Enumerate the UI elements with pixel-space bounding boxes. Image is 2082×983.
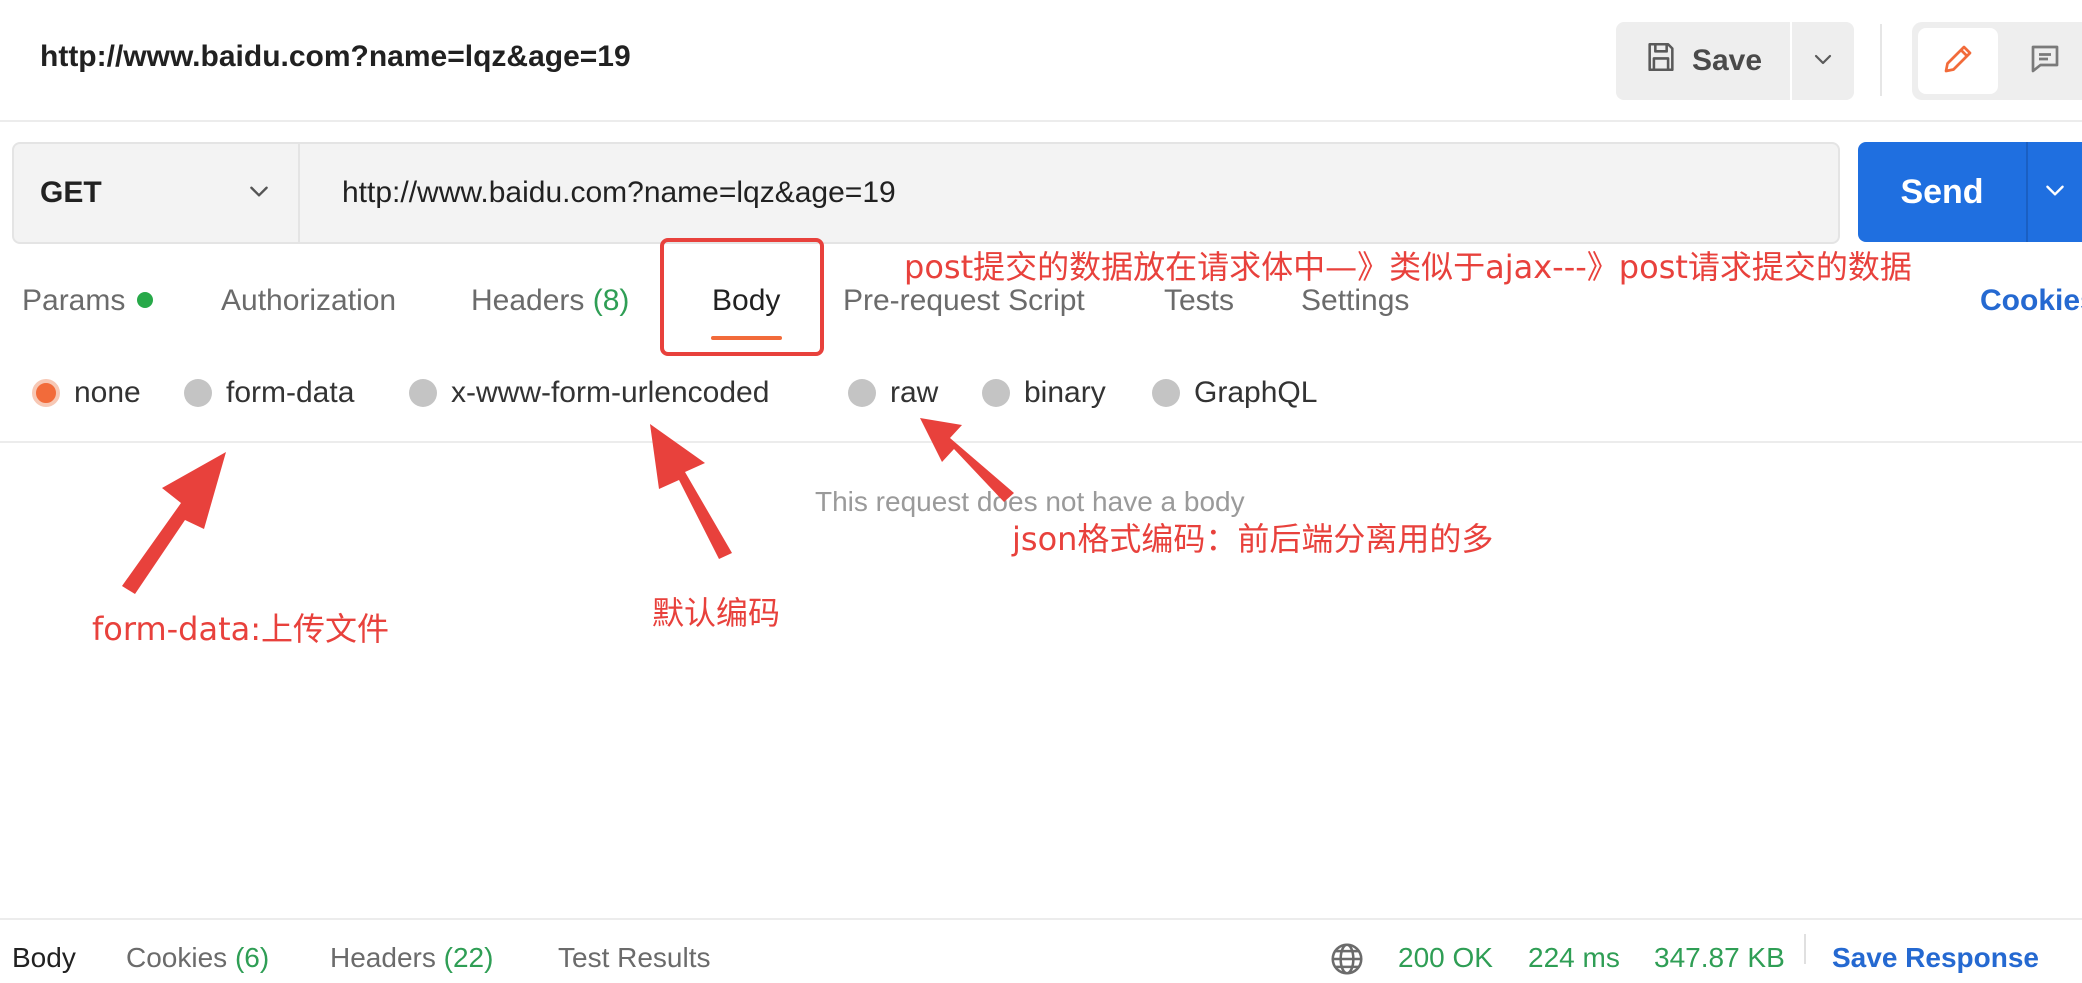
save-response-button[interactable]: Save Response	[1832, 942, 2039, 974]
response-status[interactable]: 200 OK	[1398, 942, 1493, 974]
annotation-arrows	[122, 418, 1014, 594]
response-tab-headers-count: (22)	[443, 942, 494, 973]
annotation-form-data: form-data:上传文件	[92, 610, 390, 648]
arrow-form-data	[122, 452, 226, 594]
response-divider	[1804, 934, 1806, 964]
annotation-default-encoding: 默认编码	[652, 594, 781, 632]
response-time[interactable]: 224 ms	[1528, 942, 1620, 974]
annotation-post: post提交的数据放在请求体中—》类似于ajax---》post请求提交的数据	[904, 248, 1912, 286]
arrow-urlencoded	[650, 424, 732, 559]
annotation-raw-json: json格式编码：前后端分离用的多	[1012, 520, 1494, 558]
response-tab-cookies[interactable]: Cookies (6)	[126, 942, 269, 974]
response-tab-cookies-label: Cookies	[126, 942, 228, 973]
arrow-raw	[920, 418, 1014, 502]
response-tab-headers[interactable]: Headers (22)	[330, 942, 493, 974]
response-tab-body[interactable]: Body	[12, 942, 76, 974]
response-size[interactable]: 347.87 KB	[1654, 942, 1785, 974]
response-tab-headers-label: Headers	[330, 942, 436, 973]
response-tab-cookies-count: (6)	[234, 942, 270, 973]
globe-icon[interactable]	[1328, 940, 1366, 983]
response-tab-test-results[interactable]: Test Results	[558, 942, 711, 974]
